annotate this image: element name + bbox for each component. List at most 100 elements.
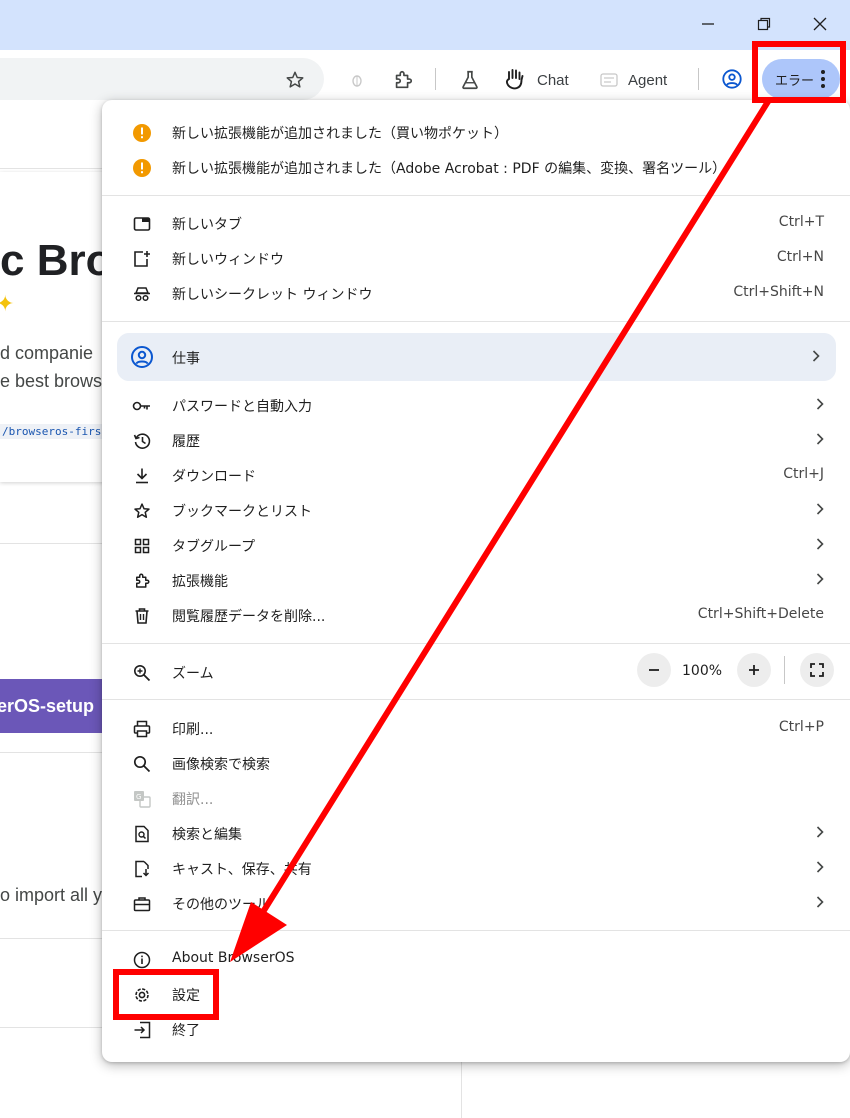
menu-item-history[interactable]: 履歴 [102, 423, 850, 458]
svg-text:G: G [136, 793, 141, 801]
background-text-line: o import all y [0, 885, 103, 905]
menu-item-label: 閲覧履歴データを削除... [172, 609, 326, 625]
menu-item-clear-data[interactable]: 閲覧履歴データを削除... Ctrl+Shift+Delete [102, 598, 850, 633]
menu-item-shortcut: Ctrl+N [776, 249, 824, 265]
menu-item-label: 翻訳... [172, 792, 214, 808]
zoom-in-button[interactable] [737, 653, 771, 687]
menu-item-image-search[interactable]: 画像検索で検索 [102, 746, 850, 781]
menu-divider [102, 930, 850, 931]
zoom-out-button[interactable] [637, 653, 671, 687]
menu-item-shortcut: Ctrl+T [778, 214, 824, 230]
menu-item-new-window[interactable]: 新しいウィンドウ Ctrl+N [102, 241, 850, 276]
new-window-icon [132, 249, 152, 269]
save-page-icon [132, 859, 152, 879]
menu-item-downloads[interactable]: ダウンロード Ctrl+J [102, 458, 850, 493]
notification-label: 新しい拡張機能が追加されました（買い物ポケット） [172, 126, 508, 142]
title-bar [0, 0, 850, 50]
grid-icon [132, 536, 152, 556]
key-icon [132, 396, 152, 416]
minimize-icon [702, 23, 714, 25]
chevron-right-icon [816, 826, 824, 838]
star-icon [132, 501, 152, 521]
background-divider [0, 938, 102, 939]
minus-icon [649, 669, 659, 671]
background-divider [0, 752, 102, 753]
highlight-box-settings [113, 969, 219, 1020]
menu-item-new-tab[interactable]: 新しいタブ Ctrl+T [102, 206, 850, 241]
menu-item-incognito[interactable]: 新しいシークレット ウィンドウ Ctrl+Shift+N [102, 276, 850, 311]
bookmark-star-icon[interactable] [284, 69, 306, 91]
chevron-right-icon [816, 503, 824, 515]
menu-item-print[interactable]: 印刷... Ctrl+P [102, 711, 850, 746]
notification-item[interactable]: 新しい拡張機能が追加されました（買い物ポケット） [102, 115, 850, 150]
fullscreen-icon [810, 663, 824, 677]
menu-divider [102, 699, 850, 700]
chat-hand-icon[interactable] [502, 66, 528, 92]
find-in-page-icon [132, 824, 152, 844]
menu-item-label: タブグループ [172, 539, 256, 555]
background-setup-button[interactable]: erOS-setup [0, 679, 104, 733]
menu-item-label: 印刷... [172, 722, 214, 738]
chevron-right-icon [816, 896, 824, 908]
app-menu: 新しい拡張機能が追加されました（買い物ポケット） 新しい拡張機能が追加されました… [102, 100, 850, 1062]
menu-divider [102, 321, 850, 322]
plus-icon [749, 665, 759, 675]
account-icon [130, 345, 154, 373]
toolbox-icon [132, 894, 152, 914]
menu-item-shortcut: Ctrl+Shift+N [733, 284, 824, 300]
flask-icon[interactable] [458, 68, 482, 92]
menu-divider [102, 643, 850, 644]
menu-item-tab-groups[interactable]: タブグループ [102, 528, 850, 563]
bug-icon[interactable] [347, 70, 367, 90]
chevron-right-icon [816, 398, 824, 410]
minimize-button[interactable] [680, 0, 736, 48]
highlight-box-menu-button [752, 41, 846, 103]
menu-item-label: 検索と編集 [172, 827, 242, 843]
menu-item-label: 履歴 [172, 434, 200, 450]
warning-icon [132, 158, 152, 178]
menu-item-shortcut: Ctrl+J [783, 466, 824, 482]
exit-icon [132, 1020, 152, 1040]
background-heading: c Bro [0, 236, 113, 285]
notification-label: 新しい拡張機能が追加されました（Adobe Acrobat : PDF の編集、… [172, 161, 727, 177]
menu-item-passwords[interactable]: パスワードと自動入力 [102, 388, 850, 423]
menu-divider [102, 195, 850, 196]
chevron-right-icon [816, 538, 824, 550]
menu-item-search-edit[interactable]: 検索と編集 [102, 816, 850, 851]
menu-item-profile[interactable]: 仕事 [117, 333, 836, 381]
extensions-puzzle-icon[interactable] [391, 68, 415, 92]
background-divider [0, 543, 102, 544]
background-text-line: d companie [0, 343, 94, 363]
new-tab-icon [132, 214, 152, 234]
fullscreen-button[interactable] [800, 653, 834, 687]
menu-item-label: その他のツール [172, 897, 270, 913]
download-icon [132, 466, 152, 486]
menu-item-more-tools[interactable]: その他のツール [102, 886, 850, 921]
toolbar-separator [698, 68, 699, 90]
restore-icon [757, 17, 771, 31]
close-icon [813, 17, 827, 31]
menu-item-label: パスワードと自動入力 [172, 399, 312, 415]
menu-item-label: 新しいウィンドウ [172, 252, 284, 268]
menu-item-extensions[interactable]: 拡張機能 [102, 563, 850, 598]
menu-item-label: About BrowserOS [172, 950, 295, 966]
agent-label[interactable]: Agent [628, 72, 667, 89]
menu-item-label: 仕事 [172, 351, 200, 367]
menu-item-bookmarks[interactable]: ブックマークとリスト [102, 493, 850, 528]
extensions-puzzle-icon [132, 571, 152, 591]
chat-label[interactable]: Chat [537, 72, 569, 89]
notification-item[interactable]: 新しい拡張機能が追加されました（Adobe Acrobat : PDF の編集、… [102, 150, 850, 185]
search-icon [132, 754, 152, 774]
address-bar[interactable] [0, 58, 324, 100]
account-icon[interactable] [720, 67, 744, 91]
menu-item-label: ダウンロード [172, 469, 256, 485]
menu-item-translate[interactable]: G 翻訳... [102, 781, 850, 816]
sparkle-icon: ✦ [0, 292, 15, 317]
menu-item-cast-save[interactable]: キャスト、保存、共有 [102, 851, 850, 886]
chevron-right-icon [816, 433, 824, 445]
menu-item-label: 新しいシークレット ウィンドウ [172, 287, 373, 303]
menu-item-label: 拡張機能 [172, 574, 228, 590]
background-text-line: e best brows [0, 371, 103, 391]
background-divider [461, 1062, 462, 1118]
agent-icon[interactable] [599, 70, 619, 90]
